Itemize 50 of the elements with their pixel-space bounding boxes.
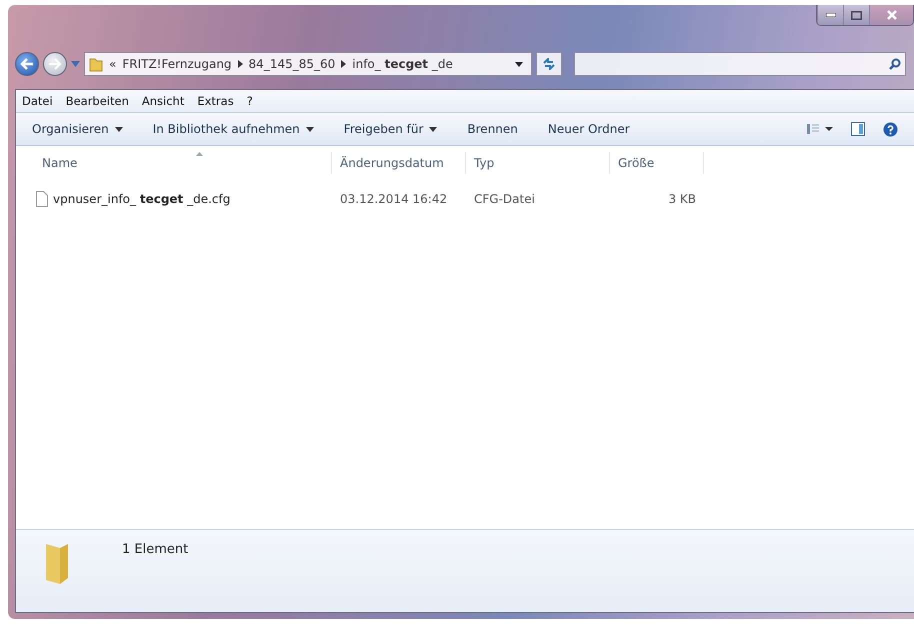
preview-pane-icon[interactable] (851, 122, 865, 136)
menu-item[interactable]: ? (246, 94, 253, 108)
arrow-right-icon (48, 58, 62, 70)
menu-item[interactable]: Bearbeiten (66, 94, 129, 108)
table-cell-text: 3 KB (667, 192, 697, 206)
breadcrumb-item[interactable]: info_ tecget _de (352, 57, 453, 71)
caret-icon (306, 126, 314, 132)
toolbar-button[interactable]: Brennen (457, 118, 528, 140)
address-bar[interactable]: « FRITZ!Fernzugang 84_145_85_60 info_ tecget _de (84, 52, 532, 76)
overflow-chevron[interactable]: « (109, 57, 116, 71)
column-header[interactable]: Größe (610, 152, 704, 174)
close-icon (886, 10, 896, 20)
maximize-icon (851, 10, 862, 20)
sort-arrow-icon (196, 152, 203, 156)
minimize-button[interactable] (817, 5, 843, 25)
breadcrumb-item[interactable]: 84_145_85_60 (248, 57, 336, 71)
table-cell-text: CFG-Datei (473, 192, 536, 206)
breadcrumb-arrow-icon[interactable] (341, 60, 346, 68)
toolbar-button[interactable]: Freigeben für (334, 118, 448, 140)
arrow-left-icon (20, 58, 34, 70)
column-header[interactable]: Änderungsdatum (332, 152, 466, 174)
caret-icon (429, 126, 438, 132)
menu-item[interactable]: Extras (197, 94, 234, 108)
dropdown-caret-icon[interactable] (515, 62, 523, 66)
toolbar-button[interactable]: Neuer Ordner (538, 118, 640, 140)
search-icon (889, 58, 901, 70)
file-icon (36, 191, 48, 207)
item-count: 1 Element (122, 542, 188, 557)
column-header[interactable]: Typ (466, 152, 610, 174)
refresh-button[interactable] (536, 52, 562, 76)
menu-item[interactable]: Ansicht (142, 94, 184, 108)
refresh-icon (542, 58, 556, 70)
breadcrumb-item[interactable]: FRITZ!Fernzugang (122, 57, 232, 71)
toolbar-button[interactable]: Organisieren (22, 118, 133, 140)
maximize-button[interactable] (843, 5, 869, 25)
table-cell-text: 03.12.2014 16:42 (339, 192, 448, 206)
file-name[interactable]: vpnuser_info_ tecget _de.cfg (16, 191, 332, 207)
search-field[interactable] (574, 52, 906, 76)
forward-button[interactable] (43, 52, 67, 76)
folder-icon (89, 56, 103, 72)
close-button[interactable] (869, 5, 913, 25)
breadcrumb-arrow-icon[interactable] (238, 60, 243, 68)
toolbar-button[interactable]: In Bibliothek aufnehmen (142, 118, 324, 140)
view-options-icon[interactable] (807, 124, 833, 134)
back-button[interactable] (15, 52, 39, 76)
help-icon[interactable] (883, 122, 898, 136)
menu-item[interactable]: Datei (22, 94, 53, 108)
minimize-icon (826, 13, 836, 17)
caret-icon (114, 126, 123, 132)
column-header[interactable]: Name (16, 152, 332, 174)
